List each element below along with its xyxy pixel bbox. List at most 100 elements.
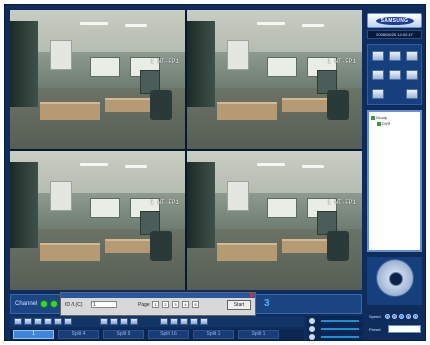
step-back-icon[interactable] xyxy=(24,318,32,325)
layout-icon[interactable] xyxy=(190,318,198,325)
scene-board xyxy=(227,181,249,211)
layout-icon[interactable] xyxy=(160,318,168,325)
scene-desk xyxy=(40,102,100,120)
contrast-slider[interactable] xyxy=(321,328,359,330)
step-forward-icon[interactable] xyxy=(54,318,62,325)
layout-icon[interactable] xyxy=(200,318,208,325)
backup-icon[interactable] xyxy=(389,70,401,80)
ptz-direction-pad[interactable] xyxy=(376,259,414,297)
id-input[interactable]: 1 xyxy=(91,301,117,308)
brightness-slider[interactable] xyxy=(321,320,359,322)
camera-osd: 1 NT-FP1 xyxy=(327,58,356,65)
volume-icon xyxy=(309,334,315,340)
scene-light xyxy=(257,22,285,25)
scene-desk xyxy=(40,243,100,261)
fast-forward-icon[interactable] xyxy=(64,318,72,325)
camera-osd: 1 NT-FP1 xyxy=(327,199,356,206)
start-button[interactable]: Start xyxy=(227,300,251,310)
layout-icon[interactable] xyxy=(170,318,178,325)
split-tab[interactable]: Split 1 xyxy=(238,330,279,339)
tree-item-label: DVR xyxy=(382,121,391,126)
speed-label: Speed xyxy=(369,314,381,319)
split-tab[interactable]: Split 9 xyxy=(103,330,144,339)
camera-osd: 1 NT-FP1 xyxy=(150,199,179,206)
camera-view[interactable]: 1 NT-FP1 xyxy=(187,151,362,290)
page-box[interactable]: 2 xyxy=(162,301,169,308)
layout-icon[interactable] xyxy=(180,318,188,325)
record-icon[interactable] xyxy=(110,318,118,325)
preset-label: Preset xyxy=(369,327,381,332)
scene-chair xyxy=(150,90,172,120)
dvr-viewer-app: 1 NT-FP1 1 NT-FP1 1 NT-FP1 1 NT-FP1 Chan… xyxy=(4,4,426,341)
popup-title-bar[interactable] xyxy=(61,293,255,298)
split-tabs: 1 Split 4 Split 9 Split 16 Split 1 Split… xyxy=(10,329,304,340)
search-icon[interactable] xyxy=(389,51,401,61)
scene-desk xyxy=(105,98,155,112)
scene-window xyxy=(90,57,120,77)
scene-desk xyxy=(217,243,277,261)
scene-light xyxy=(125,165,147,168)
camera-osd: 1 NT-FP1 xyxy=(150,58,179,65)
print-icon[interactable] xyxy=(130,318,138,325)
snapshot-icon[interactable] xyxy=(100,318,108,325)
scene-desk xyxy=(217,102,277,120)
tools-icon[interactable] xyxy=(406,51,418,61)
split-tab[interactable]: Split 16 xyxy=(148,330,189,339)
page-box[interactable]: 3 xyxy=(172,301,179,308)
channel-status-indicator[interactable] xyxy=(50,300,58,308)
speed-option[interactable]: 1 xyxy=(385,314,390,319)
pause-icon[interactable] xyxy=(44,318,52,325)
scene-window xyxy=(267,57,297,77)
camera-view[interactable]: 1 NT-FP1 xyxy=(10,151,185,290)
scene-desk xyxy=(105,239,155,253)
page-box[interactable]: 1 xyxy=(152,301,159,308)
scene-light xyxy=(125,24,147,27)
scene-monitor xyxy=(10,21,38,108)
ptz-panel xyxy=(367,257,422,305)
id-label: ID /I.(C) xyxy=(65,302,83,308)
device-tree: Group DVR xyxy=(367,110,422,252)
camera-view[interactable]: 1 NT-FP1 xyxy=(187,10,362,149)
clock-display: 2008/06/25 14:02:47 xyxy=(367,30,422,39)
tree-item[interactable]: DVR xyxy=(377,121,390,126)
ptz-center-button[interactable] xyxy=(389,272,403,286)
scene-board xyxy=(50,181,72,211)
contrast-icon xyxy=(309,326,315,332)
play-icon[interactable] xyxy=(34,318,42,325)
preset-select[interactable] xyxy=(388,325,421,333)
speed-option[interactable]: 3 xyxy=(399,314,404,319)
close-icon[interactable] xyxy=(250,293,254,297)
number-icon[interactable]: 3 xyxy=(264,298,273,311)
network-icon[interactable] xyxy=(372,70,384,80)
scene-desk xyxy=(282,239,332,253)
setup-icon[interactable] xyxy=(372,51,384,61)
logo-text: SAMSUNG xyxy=(380,18,409,24)
dvr-icon xyxy=(377,121,381,126)
brand-logo: SAMSUNG xyxy=(367,13,422,28)
audio-icon[interactable] xyxy=(120,318,128,325)
split-tab[interactable]: 1 xyxy=(13,330,54,339)
scene-light xyxy=(302,165,324,168)
scene-light xyxy=(80,22,108,25)
scene-light xyxy=(257,163,285,166)
tree-root[interactable]: Group xyxy=(371,115,387,120)
split-tab[interactable]: Split 1 xyxy=(193,330,234,339)
scene-monitor xyxy=(10,162,38,249)
split-tab[interactable]: Split 4 xyxy=(58,330,99,339)
screenshot-frame: 1 NT-FP1 1 NT-FP1 1 NT-FP1 1 NT-FP1 Chan… xyxy=(0,0,430,345)
rewind-icon[interactable] xyxy=(14,318,22,325)
scene-light xyxy=(302,24,324,27)
speed-option[interactable]: 2 xyxy=(392,314,397,319)
page-box[interactable]: 5 xyxy=(192,301,199,308)
exit-icon[interactable] xyxy=(406,89,418,99)
brightness-icon xyxy=(309,318,315,324)
channel-status-indicator[interactable] xyxy=(40,300,48,308)
channel-label: Channel xyxy=(15,301,38,307)
log-icon[interactable] xyxy=(372,89,384,99)
camera-view[interactable]: 1 NT-FP1 xyxy=(10,10,185,149)
volume-slider[interactable] xyxy=(321,336,359,338)
speed-option[interactable]: 4 xyxy=(406,314,411,319)
page-box[interactable]: 4 xyxy=(182,301,189,308)
speed-option[interactable]: 5 xyxy=(413,314,418,319)
display-icon[interactable] xyxy=(406,70,418,80)
